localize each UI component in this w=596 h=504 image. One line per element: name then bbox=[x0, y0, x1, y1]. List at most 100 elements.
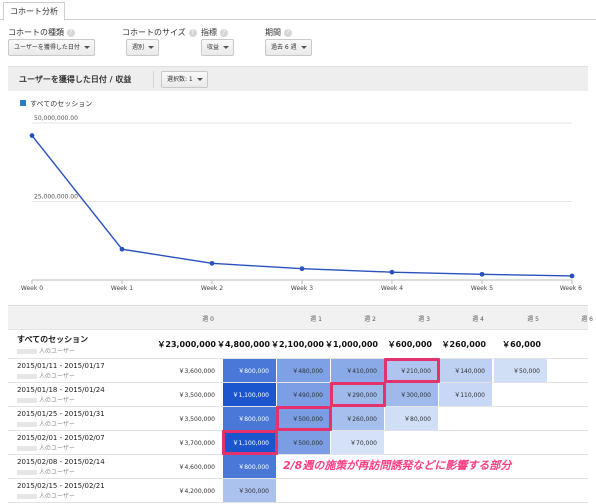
cohort-cell[interactable]: ￥70,000 bbox=[331, 431, 385, 454]
x-tick-label: Week 1 bbox=[111, 285, 133, 292]
cohort-cell[interactable]: ￥1,100,000 bbox=[223, 383, 277, 406]
highlight-box bbox=[384, 358, 440, 383]
highlight-box bbox=[330, 382, 386, 407]
chevron-down-icon bbox=[223, 46, 230, 49]
cohort-row: 2015/01/18 - 2015/01/24 人のユーザー ￥3,500,000 ￥… bbox=[8, 383, 588, 407]
user-count-suffix: 人のユーザー bbox=[39, 396, 75, 404]
cohort-cell[interactable] bbox=[385, 479, 439, 502]
cohort-size-label: コホートのサイズ? bbox=[122, 27, 197, 38]
cohort-cell[interactable] bbox=[277, 479, 331, 502]
summary-cell: ￥600,000 bbox=[385, 330, 439, 358]
chevron-down-icon bbox=[300, 46, 307, 49]
tab-cohort-analysis[interactable]: コホート分析 bbox=[3, 2, 65, 21]
cohort-cell[interactable]: ￥140,000 bbox=[439, 359, 493, 382]
cohort-cell[interactable]: ￥490,000 bbox=[277, 383, 331, 406]
summary-cell: ￥4,800,000 bbox=[217, 330, 277, 358]
cohort-cell[interactable] bbox=[439, 407, 493, 430]
x-tick-label: Week 6 bbox=[560, 285, 582, 292]
cohort-cell[interactable]: ￥800,000 bbox=[223, 455, 277, 478]
cohort-cell[interactable]: ￥80,000 bbox=[385, 407, 439, 430]
y-tick-label: 50,000,000.00 bbox=[34, 115, 78, 122]
redacted-value bbox=[17, 421, 37, 427]
user-count: 人のユーザー bbox=[17, 371, 105, 380]
redacted-value bbox=[17, 445, 37, 451]
cohort-cell[interactable]: ￥3,600,000 bbox=[160, 359, 223, 382]
cohort-table: 週 1 週 2 週 3 週 4 週 5 週 6 週 0 すべてのセッション 人のユーザー ￥23,… bbox=[8, 305, 593, 504]
cohort-cell[interactable]: ￥260,000 bbox=[331, 407, 385, 430]
cohort-date-range: 2015/02/08 - 2015/02/14 bbox=[17, 457, 105, 466]
data-point bbox=[479, 271, 485, 277]
legend-swatch bbox=[20, 100, 26, 106]
help-icon[interactable]: ? bbox=[284, 28, 292, 37]
cohort-cell[interactable] bbox=[494, 479, 548, 502]
chevron-down-icon bbox=[148, 46, 155, 49]
segment-name: すべてのセッション bbox=[17, 334, 89, 344]
cohort-cell[interactable]: ￥500,000 bbox=[277, 431, 331, 454]
highlight-box bbox=[276, 406, 332, 431]
cohort-date-range: 2015/01/11 - 2015/01/17 bbox=[17, 361, 105, 370]
cohort-cell[interactable] bbox=[385, 431, 439, 454]
redacted-value bbox=[17, 348, 37, 354]
user-count: 人のユーザー bbox=[17, 346, 88, 355]
metric-dropdown[interactable]: 収益 bbox=[201, 39, 235, 56]
x-tick-label: Week 5 bbox=[471, 285, 493, 292]
cohort-row: 2015/01/11 - 2015/01/17 人のユーザー ￥3,600,000 ￥… bbox=[8, 359, 588, 383]
redacted-value bbox=[17, 469, 37, 475]
user-count-suffix: 人のユーザー bbox=[39, 468, 75, 476]
data-point bbox=[29, 133, 35, 138]
cohort-cell[interactable]: ￥50,000 bbox=[494, 359, 548, 382]
summary-cell: ￥23,000,000 bbox=[157, 330, 223, 358]
row-label: すべてのセッション人のユーザー bbox=[17, 330, 88, 358]
column-header: 週 0 bbox=[202, 315, 214, 323]
row-label: 2015/02/08 - 2015/02/14 人のユーザー bbox=[17, 455, 105, 478]
cohort-cell[interactable]: ￥4,200,000 bbox=[160, 479, 223, 502]
cohort-cell[interactable]: ￥110,000 bbox=[439, 383, 493, 406]
chart-panel-header: ユーザーを獲得した日付 / 収益 選択数: 1 bbox=[8, 66, 588, 91]
cohort-cell[interactable] bbox=[439, 431, 493, 454]
cohort-cell[interactable] bbox=[494, 383, 548, 406]
cohort-cell[interactable] bbox=[494, 431, 548, 454]
cohort-cell[interactable] bbox=[494, 407, 548, 430]
user-count-suffix: 人のユーザー bbox=[39, 492, 75, 500]
cohort-row: 2015/02/01 - 2015/02/07 人のユーザー ￥3,700,000 ￥… bbox=[8, 431, 588, 455]
cohort-cell[interactable] bbox=[331, 479, 385, 502]
cohort-cell[interactable]: ￥300,000 bbox=[385, 383, 439, 406]
user-count-suffix: 人のユーザー bbox=[39, 347, 75, 355]
user-count-suffix: 人のユーザー bbox=[39, 420, 75, 428]
cohort-cell[interactable]: ￥3,700,000 bbox=[160, 431, 223, 454]
period-label: 期間? bbox=[265, 27, 292, 38]
period-dropdown[interactable]: 過去 6 週 bbox=[265, 39, 312, 56]
help-icon[interactable]: ? bbox=[188, 28, 197, 37]
cohort-cell[interactable]: ￥3,500,000 bbox=[160, 407, 223, 430]
row-label: 2015/01/18 - 2015/01/24 人のユーザー bbox=[17, 383, 105, 406]
help-icon[interactable]: ? bbox=[67, 28, 75, 37]
cohort-cell[interactable]: ￥800,000 bbox=[223, 359, 277, 382]
legend-label: すべてのセッション bbox=[30, 100, 93, 108]
help-icon[interactable]: ? bbox=[220, 28, 228, 37]
cohort-cell[interactable]: ￥300,000 bbox=[223, 479, 277, 502]
user-count: 人のユーザー bbox=[17, 443, 105, 452]
cohort-row: 2015/02/15 - 2015/02/21 人のユーザー ￥4,200,000 ￥… bbox=[8, 479, 588, 503]
x-tick-label: Week 4 bbox=[381, 285, 403, 292]
chevron-down-icon bbox=[83, 46, 90, 49]
user-count: 人のユーザー bbox=[17, 467, 105, 476]
column-header: 週 5 bbox=[527, 315, 539, 323]
cohort-date-range: 2015/01/25 - 2015/01/31 bbox=[17, 409, 105, 418]
summary-cell: ￥2,100,000 bbox=[271, 330, 331, 358]
cohort-size-dropdown[interactable]: 週別 bbox=[126, 39, 160, 56]
row-label: 2015/02/15 - 2015/02/21 人のユーザー bbox=[17, 479, 105, 502]
cohort-cell[interactable]: ￥3,500,000 bbox=[160, 383, 223, 406]
cohort-cell[interactable]: ￥4,600,000 bbox=[160, 455, 223, 478]
summary-row: すべてのセッション人のユーザー ￥23,000,000 ￥4,800,000 ￥2,1… bbox=[8, 330, 588, 359]
cohort-type-dropdown[interactable]: ユーザーを獲得した日付 bbox=[8, 39, 95, 56]
cohort-date-range: 2015/01/18 - 2015/01/24 bbox=[17, 385, 105, 394]
user-count-suffix: 人のユーザー bbox=[39, 372, 75, 380]
selection-count-dropdown[interactable]: 選択数: 1 bbox=[161, 71, 208, 88]
cohort-cell[interactable]: ￥480,000 bbox=[277, 359, 331, 382]
cohort-cell[interactable] bbox=[439, 479, 493, 502]
x-tick-label: Week 3 bbox=[291, 285, 313, 292]
cohort-cell[interactable]: ￥410,000 bbox=[331, 359, 385, 382]
column-header: 週 1 bbox=[310, 315, 322, 323]
column-header: 週 2 bbox=[364, 315, 376, 323]
cohort-cell[interactable]: ￥800,000 bbox=[223, 407, 277, 430]
